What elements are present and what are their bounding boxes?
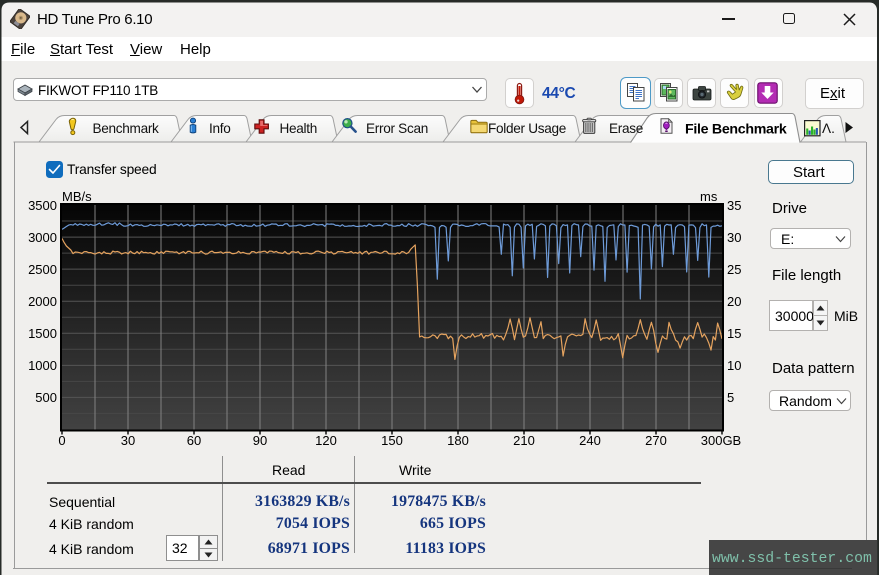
svg-text:File Benchmark: File Benchmark bbox=[685, 122, 787, 138]
svg-text:Info: Info bbox=[209, 121, 230, 136]
svg-text:Error Scan: Error Scan bbox=[366, 121, 428, 136]
svg-text:Benchmark: Benchmark bbox=[93, 121, 160, 136]
svg-text:Λ.: Λ. bbox=[822, 121, 835, 136]
svg-text:Erase: Erase bbox=[609, 121, 643, 136]
svg-text:Folder Usage: Folder Usage bbox=[488, 121, 566, 136]
svg-text:Health: Health bbox=[280, 121, 318, 136]
